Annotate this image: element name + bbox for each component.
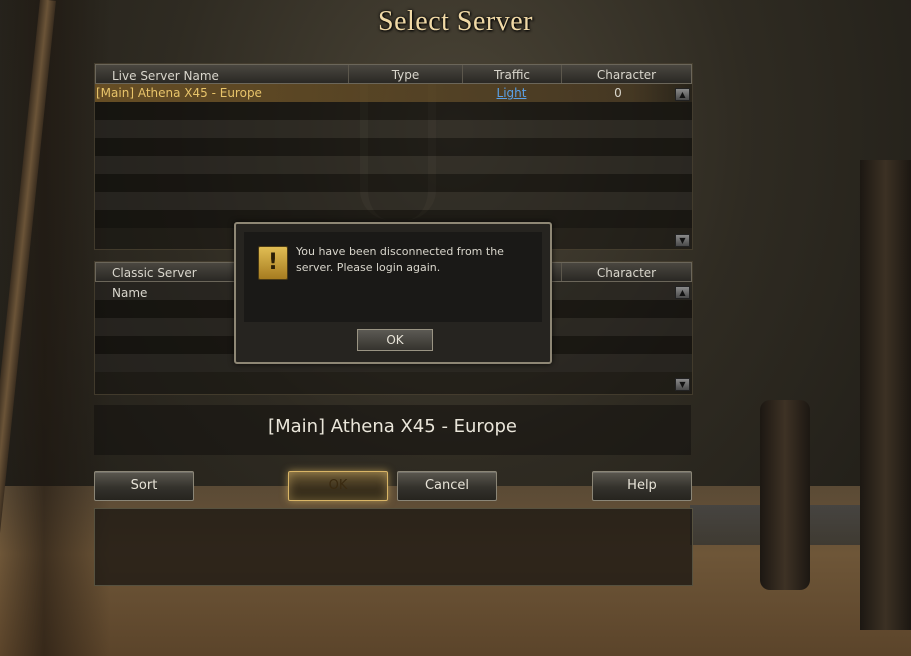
background-trunk	[760, 400, 810, 590]
sort-button[interactable]: Sort	[94, 471, 194, 501]
ok-button[interactable]: OK	[288, 471, 388, 501]
list-item	[95, 120, 692, 138]
page-title: Select Server	[378, 6, 533, 37]
warning-icon: !	[258, 246, 288, 280]
scroll-down-icon[interactable]: ▼	[675, 234, 690, 247]
list-item	[95, 156, 692, 174]
list-item	[95, 138, 692, 156]
col-live-server-name[interactable]: Live Server Name	[96, 65, 349, 83]
col-classic-server-name[interactable]: Classic Server Name	[96, 263, 236, 300]
dialog-body: ! You have been disconnected from the se…	[244, 232, 542, 322]
server-type	[348, 84, 462, 102]
col-classic-character[interactable]: Character	[562, 263, 691, 281]
scroll-up-icon[interactable]: ▲	[675, 88, 690, 101]
live-server-rows: [Main] Athena X45 - Europe Light 0	[95, 84, 692, 228]
help-button[interactable]: Help	[592, 471, 692, 501]
scroll-down-icon[interactable]: ▼	[675, 378, 690, 391]
col-traffic[interactable]: Traffic	[463, 65, 562, 83]
col-type[interactable]: Type	[349, 65, 463, 83]
background-trunk-edge	[860, 160, 911, 630]
server-traffic: Light	[496, 86, 527, 100]
server-name: [Main] Athena X45 - Europe	[96, 86, 262, 100]
scroll-up-icon[interactable]: ▲	[675, 286, 690, 299]
message-box	[94, 508, 693, 586]
table-row[interactable]: [Main] Athena X45 - Europe Light 0	[95, 84, 692, 102]
col-character[interactable]: Character	[562, 65, 691, 83]
list-item	[95, 174, 692, 192]
dialog-message: You have been disconnected from the serv…	[296, 245, 504, 274]
dialog-ok-button[interactable]: OK	[357, 329, 433, 351]
list-item	[95, 102, 692, 120]
live-server-header: Live Server Name Type Traffic Character	[95, 64, 692, 84]
server-character-count: 0	[614, 86, 622, 100]
list-item	[95, 192, 692, 210]
selected-server-name: [Main] Athena X45 - Europe	[94, 405, 691, 455]
disconnect-dialog: ! You have been disconnected from the se…	[234, 222, 552, 364]
cancel-button[interactable]: Cancel	[397, 471, 497, 501]
